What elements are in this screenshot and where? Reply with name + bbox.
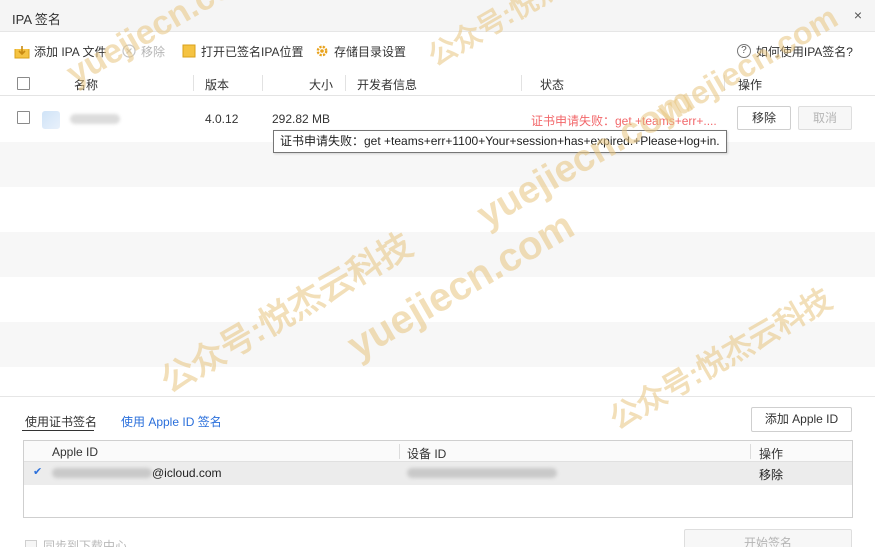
add-apple-id-button[interactable]: 添加 Apple ID <box>751 407 852 432</box>
header-action: 操作 <box>738 78 763 92</box>
tab-active-indicator <box>22 430 94 431</box>
apple-id-row-empty <box>24 485 852 517</box>
apple-id-table-header: Apple ID 设备 ID 操作 <box>24 441 852 462</box>
account-remove-button[interactable]: 移除 <box>759 466 783 483</box>
app-name-redacted <box>70 114 120 124</box>
header-divider <box>750 444 751 459</box>
storage-settings-label: 存储目录设置 <box>334 44 407 59</box>
row-remove-button[interactable]: 移除 <box>737 106 791 130</box>
remove-label: 移除 <box>141 44 166 59</box>
toolbar: 添加 IPA 文件 移除 打开已签名IPA位置 存储目录设置 ? 如何使用IPA… <box>0 38 875 64</box>
row-checkbox[interactable] <box>17 111 30 124</box>
header-divider <box>521 75 522 91</box>
close-icon[interactable]: × <box>851 7 865 23</box>
header-divider <box>262 75 263 91</box>
row-size: 292.82 MB <box>272 112 331 126</box>
device-id-redacted <box>407 468 557 478</box>
remove-icon <box>122 44 136 58</box>
header-divider <box>193 75 194 91</box>
header-divider <box>399 444 400 459</box>
tab-cert-sign[interactable]: 使用证书签名 <box>25 413 97 430</box>
tab-apple-id-sign[interactable]: 使用 Apple ID 签名 <box>121 413 222 430</box>
checkmark-icon: ✔ <box>33 466 43 478</box>
status-tooltip: 证书申请失败：get +teams+err+1100+Your+session+… <box>273 130 727 153</box>
add-ipa-label: 添加 IPA 文件 <box>34 44 107 59</box>
header-account-action: 操作 <box>759 447 784 461</box>
header-divider <box>724 75 725 91</box>
header-developer: 开发者信息 <box>357 78 418 92</box>
open-signed-location-label: 打开已签名IPA位置 <box>201 44 304 59</box>
header-status: 状态 <box>540 78 565 92</box>
select-all-checkbox[interactable] <box>17 77 30 90</box>
app-icon <box>42 111 60 129</box>
open-signed-location-button[interactable]: 打开已签名IPA位置 <box>182 42 303 60</box>
sync-checkbox[interactable] <box>25 539 37 547</box>
header-version: 版本 <box>205 78 230 92</box>
help-link[interactable]: ? 如何使用IPA签名? <box>736 42 853 60</box>
row-status[interactable]: 证书申请失败：get +teams+err+.... <box>531 112 717 129</box>
folder-icon <box>182 44 196 58</box>
help-icon: ? <box>736 44 751 58</box>
header-device-id: 设备 ID <box>407 447 447 461</box>
add-ipa-button[interactable]: 添加 IPA 文件 <box>14 42 106 60</box>
file-table-header: 名称 版本 大小 开发者信息 状态 操作 <box>0 70 875 96</box>
title-bar: IPA 签名 × <box>0 0 875 32</box>
remove-button[interactable]: 移除 <box>122 42 165 60</box>
help-label: 如何使用IPA签名? <box>755 44 853 59</box>
sync-download-center[interactable]: 同步到下载中心 <box>25 537 127 547</box>
apple-id-redacted <box>52 468 152 478</box>
table-row-empty <box>0 232 875 277</box>
header-name: 名称 <box>74 78 99 92</box>
table-row-empty <box>0 277 875 322</box>
apple-id-row[interactable]: ✔ @icloud.com 移除 <box>24 462 852 485</box>
apple-id-email-suffix: @icloud.com <box>152 466 222 480</box>
row-version: 4.0.12 <box>205 112 239 126</box>
table-row-empty <box>0 187 875 232</box>
table-row-empty <box>0 322 875 367</box>
header-apple-id: Apple ID <box>52 445 99 459</box>
table-row-empty <box>0 367 875 396</box>
row-cancel-button[interactable]: 取消 <box>798 106 852 130</box>
add-file-icon <box>14 45 30 58</box>
signing-panel: 使用证书签名 使用 Apple ID 签名 添加 Apple ID Apple … <box>0 396 875 547</box>
gear-icon <box>315 44 329 58</box>
window-title: IPA 签名 <box>12 12 61 27</box>
header-size: 大小 <box>309 78 334 92</box>
storage-settings-button[interactable]: 存储目录设置 <box>315 42 406 60</box>
apple-id-table: Apple ID 设备 ID 操作 ✔ @icloud.com 移除 <box>23 440 853 518</box>
start-sign-button[interactable]: 开始签名 <box>684 529 852 547</box>
header-divider <box>345 75 346 91</box>
sync-label: 同步到下载中心 <box>43 539 128 547</box>
